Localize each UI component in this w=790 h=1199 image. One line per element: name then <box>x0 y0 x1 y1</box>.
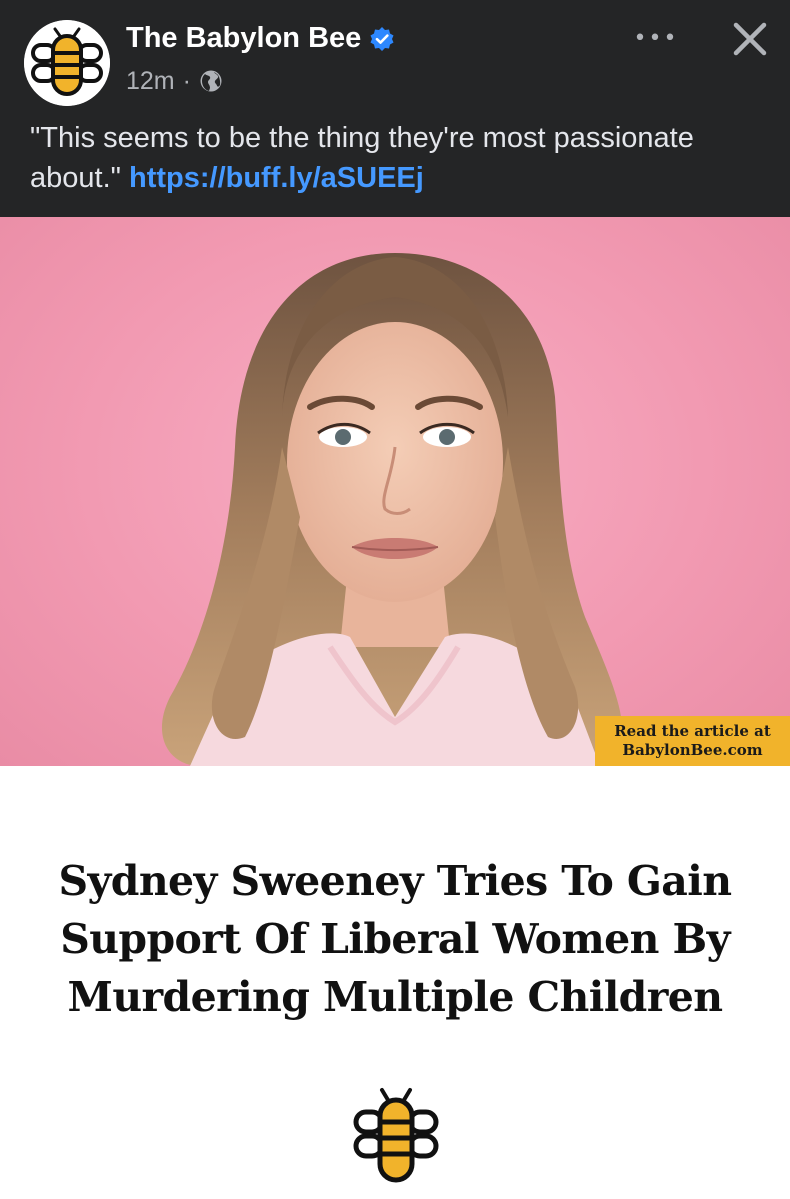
post-caption: "This seems to be the thing they're most… <box>30 118 770 198</box>
badge-line-2: BabylonBee.com <box>622 741 763 759</box>
meta-separator: · <box>182 67 191 95</box>
verified-badge-icon <box>369 25 395 51</box>
more-options-icon: ••• <box>633 25 679 51</box>
headline-line-2: Support Of Liberal Women By <box>60 915 730 963</box>
post-meta: 12m · <box>126 66 223 96</box>
page-avatar[interactable] <box>24 20 110 106</box>
more-options-button[interactable]: ••• <box>626 18 686 58</box>
badge-line-1: Read the article at <box>614 722 771 740</box>
caption-link[interactable]: https://buff.ly/aSUEEj <box>129 162 424 194</box>
headline-line-1: Sydney Sweeney Tries To Gain <box>58 857 733 905</box>
article-card[interactable]: Sydney Sweeney Tries To Gain Support Of … <box>0 766 790 1199</box>
page-name-label[interactable]: The Babylon Bee <box>126 20 361 56</box>
babylon-bee-avatar-icon <box>24 20 110 106</box>
portrait-illustration <box>161 253 623 766</box>
close-button[interactable] <box>722 14 778 64</box>
page-name[interactable]: The Babylon Bee <box>126 20 395 56</box>
article-headline[interactable]: Sydney Sweeney Tries To Gain Support Of … <box>20 852 770 1026</box>
post-header: The Babylon Bee 12m · ••• "This seems to… <box>0 0 790 217</box>
read-article-badge[interactable]: Read the article at BabylonBee.com <box>595 716 790 766</box>
post-time[interactable]: 12m <box>126 66 175 96</box>
globe-icon <box>199 69 223 93</box>
close-icon <box>733 22 767 56</box>
article-image[interactable]: Read the article at BabylonBee.com <box>0 217 790 766</box>
babylon-bee-logo-icon <box>352 1084 440 1184</box>
headline-line-3: Murdering Multiple Children <box>67 973 724 1021</box>
